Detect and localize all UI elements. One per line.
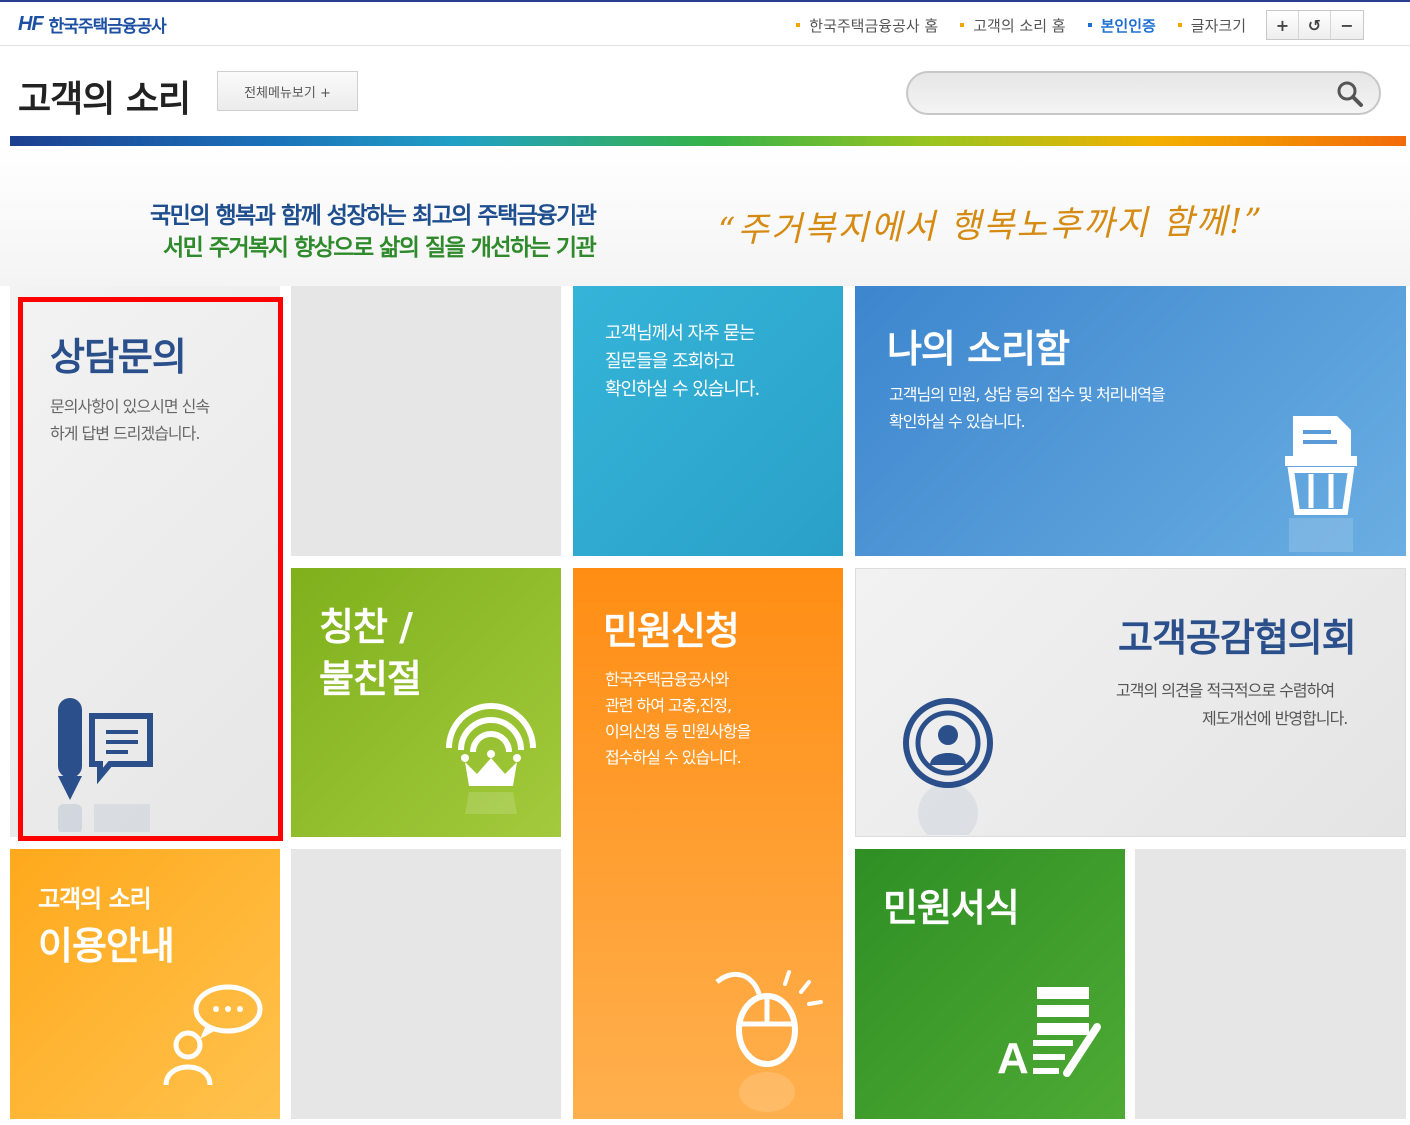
font-size-controls: + ↺ − [1266, 10, 1364, 40]
tile-blank-2 [291, 849, 561, 1119]
top-utility-bar: HF 한국주택금융공사 한국주택금융공사 홈 고객의 소리 홈 본인인증 글자크… [0, 0, 1410, 46]
tile-petition-forms[interactable]: 민원서식 A [855, 849, 1125, 1119]
font-increase-button[interactable]: + [1267, 11, 1299, 39]
vision-line-2: 서민 주거복지 향상으로 삶의 질을 개선하는 기관 [163, 235, 597, 261]
hero-banner: 국민의 행복과 함께 성장하는 최고의 주택금융기관 서민 주거복지 향상으로 … [0, 146, 1410, 286]
tile-faq[interactable]: 고객님께서 자주 묻는 질문들을 조회하고 확인하실 수 있습니다. [573, 286, 843, 556]
tile-blank-3 [1135, 849, 1406, 1119]
link-hf-home[interactable]: 한국주택금융공사 홈 [796, 15, 938, 36]
mouse-click-icon [715, 970, 823, 1112]
color-divider [10, 136, 1406, 146]
logo-mark: HF [18, 13, 44, 35]
person-signal-icon [903, 698, 993, 835]
tile-council-desc-1: 고객의 의견을 적극적으로 수렴하여 [1116, 681, 1335, 700]
all-menu-button[interactable]: 전체메뉴보기 + [217, 71, 358, 111]
tile-faq-desc-2: 질문들을 조회하고 [605, 351, 735, 372]
tile-praise-title-1: 칭찬 / [319, 605, 413, 649]
tile-petition-title: 민원신청 [603, 609, 740, 653]
tile-council-title: 고객공감협의회 [1118, 616, 1357, 660]
tile-mybox-title: 나의 소리함 [887, 327, 1070, 371]
tile-faq-desc-1: 고객님께서 자주 묻는 [605, 323, 755, 344]
tile-petition-desc-4: 접수하실 수 있습니다. [605, 748, 742, 767]
font-decrease-button[interactable]: − [1331, 11, 1363, 39]
vision-line-1: 국민의 행복과 함께 성장하는 최고의 주택금융기관 [150, 203, 597, 229]
tile-guide-title-1: 고객의 소리 [38, 885, 152, 913]
search-input[interactable] [928, 80, 1328, 106]
tile-usage-guide[interactable]: 고객의 소리 이용안내 [10, 849, 280, 1119]
tile-guide-title-2: 이용안내 [38, 924, 175, 968]
tile-petition-desc-3: 이의신청 등 민원사항을 [605, 722, 751, 741]
page-title[interactable]: 고객의 소리 [18, 70, 191, 122]
org-logo[interactable]: HF 한국주택금융공사 [18, 12, 167, 37]
tile-consult-title: 상담문의 [50, 335, 187, 379]
site-header: 고객의 소리 전체메뉴보기 + [0, 46, 1410, 138]
org-name: 한국주택금융공사 [48, 17, 167, 37]
tile-petition-desc-2: 관련 하여 고충,진정, [605, 696, 732, 715]
speech-person-icon [163, 984, 263, 1086]
search-box [906, 71, 1381, 115]
tile-forms-title: 민원서식 [883, 886, 1020, 930]
utility-links: 한국주택금융공사 홈 고객의 소리 홈 본인인증 글자크기 + ↺ − [796, 10, 1364, 40]
search-icon[interactable] [1335, 79, 1365, 109]
crown-signal-icon [446, 703, 536, 814]
tile-mybox-desc-2: 확인하실 수 있습니다. [889, 412, 1026, 431]
tile-praise-complaint[interactable]: 칭찬 / 불친절 [291, 568, 561, 837]
tile-blank-1 [291, 286, 561, 556]
tile-council-desc-2: 제도개선에 반영합니다. [1202, 709, 1348, 728]
link-identity-verification[interactable]: 본인인증 [1088, 15, 1156, 36]
font-reset-button[interactable]: ↺ [1299, 11, 1331, 39]
tile-customer-council[interactable]: 고객공감협의회 고객의 의견을 적극적으로 수렴하여 제도개선에 반영합니다. [855, 568, 1406, 837]
tile-mybox-desc-1: 고객님의 민원, 상담 등의 접수 및 처리내역을 [889, 385, 1166, 404]
tile-praise-title-2: 불친절 [319, 657, 422, 701]
tile-faq-desc-3: 확인하실 수 있습니다. [605, 379, 760, 400]
font-size-label: 글자크기 [1178, 15, 1246, 36]
tile-petition-desc-1: 한국주택금융공사와 [605, 670, 729, 689]
tile-consult[interactable]: 상담문의 문의사항이 있으시면 신속 하게 답변 드리겠습니다. [10, 286, 280, 837]
tile-my-voicebox[interactable]: 나의 소리함 고객님의 민원, 상담 등의 접수 및 처리내역을 확인하실 수 … [855, 286, 1406, 556]
slogan: “주거복지에서 행복노후까지 함께!” [717, 201, 1265, 251]
link-voice-home[interactable]: 고객의 소리 홈 [960, 15, 1065, 36]
svg-text:A: A [997, 1034, 1029, 1083]
tile-consult-desc-2: 하게 답변 드리겠습니다. [50, 424, 200, 443]
document-pen-icon: A [997, 987, 1101, 1083]
tile-petition[interactable]: 민원신청 한국주택금융공사와 관련 하여 고충,진정, 이의신청 등 민원사항을… [573, 568, 843, 1119]
tile-consult-desc-1: 문의사항이 있으시면 신속 [50, 397, 210, 416]
pen-chat-icon [58, 698, 153, 832]
inbox-basket-icon [1285, 416, 1357, 552]
